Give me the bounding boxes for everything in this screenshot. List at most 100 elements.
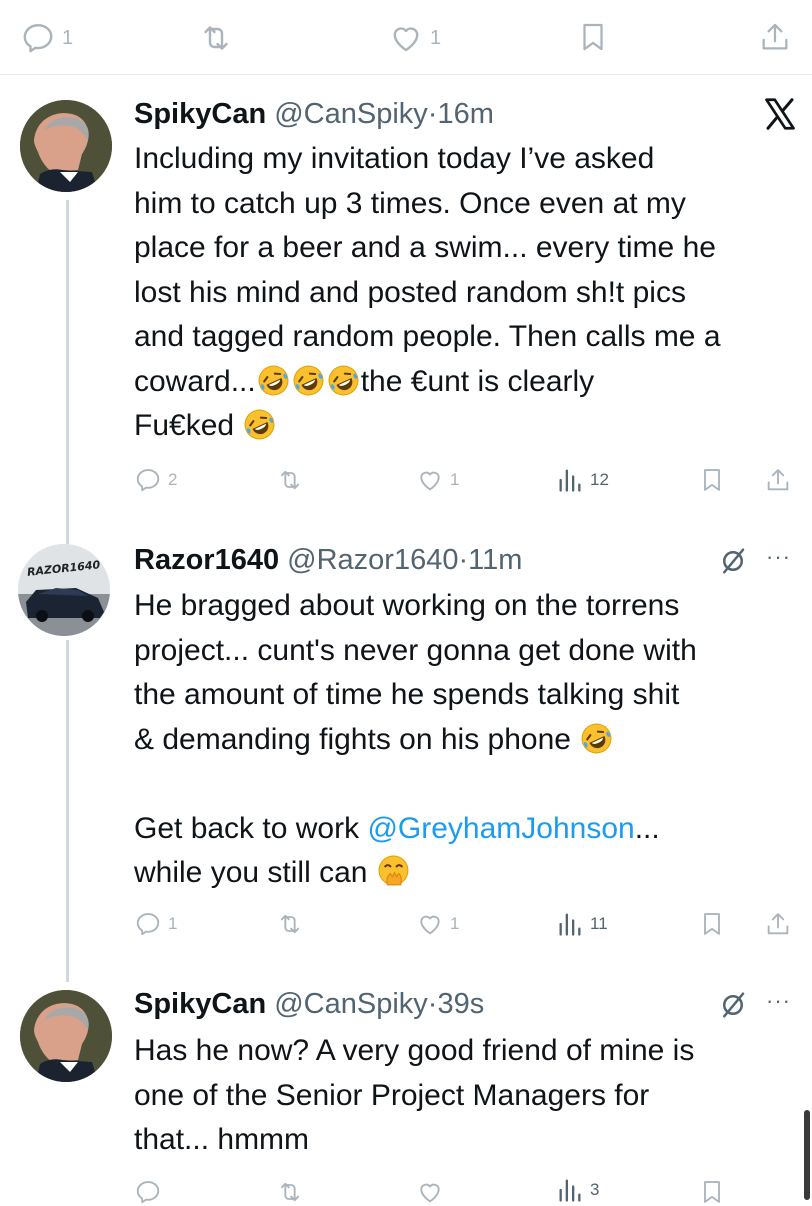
bookmark-button[interactable]	[698, 1178, 726, 1206]
text-line: project... cunt's never gonna get done w…	[134, 633, 697, 667]
text-line: Has he now? A very good friend of mine i…	[134, 1034, 695, 1067]
text-line: He bragged about working on the torrens	[134, 589, 680, 622]
text-line: while you still can	[134, 851, 804, 896]
bookmark-button[interactable]	[698, 910, 726, 938]
retweet-button[interactable]	[276, 910, 304, 938]
heart-icon	[416, 466, 444, 494]
timestamp[interactable]: 39s	[437, 988, 484, 1020]
text-line: one of the Senior Project Managers for	[134, 1078, 650, 1112]
avatar-photo: RAZOR1640	[18, 544, 110, 636]
like-count: 1	[450, 914, 460, 933]
user-handle[interactable]: @CanSpiky	[274, 988, 428, 1020]
heart-icon	[416, 1178, 444, 1206]
rofl-emoji-icon	[257, 364, 290, 397]
mute-icon[interactable]	[718, 546, 748, 576]
bookmark-icon	[698, 466, 726, 494]
tweet-header: Razor1640 @Razor1640·11m	[134, 542, 522, 578]
avatar-photo	[20, 100, 112, 192]
heart-icon	[416, 910, 444, 938]
retweet-icon	[276, 910, 304, 938]
tweet-header: SpikyCan @CanSpiky·16m	[134, 96, 494, 132]
text-line: the amount of time he spends talking shi…	[134, 678, 680, 711]
avatar[interactable]: RAZOR1640	[18, 544, 110, 636]
share-icon	[764, 466, 792, 494]
text-line: Including my invitation today I’ve asked	[134, 142, 655, 175]
thread-line	[66, 200, 69, 544]
text-line: lost his mind and posted random sh!t pic…	[134, 275, 686, 309]
text-fragment: coward...	[134, 364, 256, 398]
reply-count: 1	[62, 26, 74, 49]
x-logo-icon	[762, 96, 798, 132]
text-line: him to catch up 3 times. Once even at my	[134, 186, 686, 220]
reply-icon	[134, 1178, 162, 1206]
rofl-emoji-icon	[580, 722, 613, 755]
reply-count: 1	[168, 914, 178, 933]
tweet-text: He bragged about working on the torrens …	[134, 584, 804, 896]
views-count: 11	[590, 914, 608, 933]
text-line: & demanding fights on his phone	[134, 718, 804, 763]
avatar[interactable]	[20, 100, 112, 192]
mute-icon[interactable]	[718, 990, 748, 1020]
retweet-button[interactable]	[276, 466, 304, 494]
rofl-emoji-icon	[327, 364, 360, 397]
reply-icon	[134, 910, 162, 938]
user-handle[interactable]: @CanSpiky	[274, 98, 428, 130]
reply-button[interactable]: 1	[20, 20, 73, 56]
retweet-icon	[198, 20, 234, 56]
text-line: and tagged random people. Then calls me …	[134, 320, 721, 353]
more-options-button[interactable]: ···	[766, 988, 791, 1014]
views-button[interactable]: 12	[556, 466, 609, 494]
bookmark-icon	[698, 910, 726, 938]
heart-icon	[388, 20, 424, 56]
retweet-button[interactable]	[276, 1178, 304, 1206]
scrollbar[interactable]	[804, 1110, 810, 1200]
display-name[interactable]: SpikyCan	[134, 98, 266, 130]
text-fragment: Fu€ked	[134, 409, 235, 442]
like-button[interactable]	[416, 1178, 444, 1206]
text-line: Get back to work @GreyhamJohnson...	[134, 807, 804, 852]
tweet-header: SpikyCan @CanSpiky·39s	[134, 986, 484, 1022]
text-fragment: Get back to work	[134, 811, 368, 845]
bookmark-button[interactable]	[698, 466, 726, 494]
bookmark-icon	[576, 20, 610, 54]
reply-button[interactable]	[134, 1178, 162, 1206]
text-line: coward... the €unt is clearly	[134, 360, 804, 405]
display-name[interactable]: Razor1640	[134, 544, 279, 576]
share-icon	[764, 910, 792, 938]
timestamp[interactable]: 16m	[437, 98, 493, 130]
mention-link[interactable]: @GreyhamJohnson	[367, 812, 634, 845]
avatar[interactable]	[20, 990, 112, 1082]
tweet-text: Including my invitation today I’ve asked…	[134, 137, 804, 449]
user-handle[interactable]: @Razor1640	[287, 544, 458, 576]
bookmark-button[interactable]	[576, 20, 610, 54]
share-button[interactable]	[758, 20, 792, 54]
reply-button[interactable]: 1	[134, 910, 177, 938]
like-button[interactable]: 1	[388, 20, 441, 56]
views-count: 12	[590, 470, 609, 489]
text-line: that... hmmm	[134, 1123, 310, 1156]
timestamp[interactable]: 11m	[468, 544, 522, 576]
reply-icon	[134, 466, 162, 494]
rofl-emoji-icon	[292, 364, 325, 397]
reply-count: 2	[168, 470, 178, 489]
more-options-button[interactable]: ···	[766, 544, 791, 570]
share-button[interactable]	[764, 466, 792, 494]
share-button[interactable]	[764, 910, 792, 938]
like-button[interactable]: 1	[416, 466, 459, 494]
text-line: place for a beer and a swim... every tim…	[134, 231, 716, 264]
text-fragment: while you still can	[134, 856, 368, 889]
like-count: 1	[450, 470, 460, 489]
views-icon	[556, 910, 584, 938]
retweet-icon	[276, 1178, 304, 1206]
thread-line	[66, 640, 69, 982]
views-button[interactable]: 11	[556, 910, 608, 938]
reply-icon	[20, 20, 56, 56]
text-fragment: the €unt is clearly	[360, 364, 595, 398]
separator-dot: ·	[458, 544, 469, 576]
retweet-button[interactable]	[198, 20, 234, 56]
like-button[interactable]: 1	[416, 910, 459, 938]
hand-over-mouth-emoji-icon	[377, 855, 410, 888]
display-name[interactable]: SpikyCan	[134, 988, 266, 1020]
reply-button[interactable]: 2	[134, 466, 177, 494]
